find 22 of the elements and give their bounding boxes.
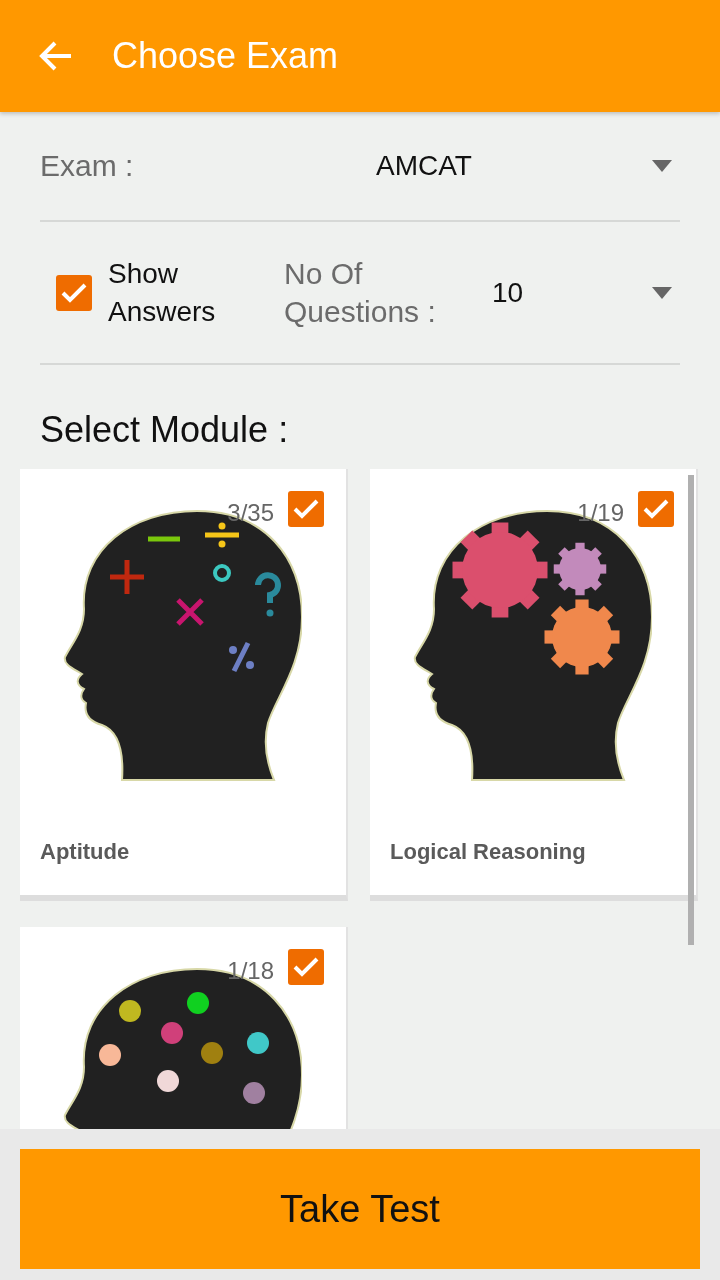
module-checkbox[interactable] — [638, 491, 674, 527]
questions-label: No Of Questions : — [284, 255, 437, 330]
section-title: Select Module : — [40, 408, 290, 452]
dropdown-caret-icon — [652, 160, 672, 172]
question-count: 3/35 — [227, 498, 274, 528]
module-name: Logical Reasoning — [390, 838, 586, 866]
module-checkbox[interactable] — [288, 491, 324, 527]
exam-dropdown[interactable]: AMCAT — [340, 131, 680, 201]
module-name: Aptitude — [40, 838, 130, 866]
questions-dropdown[interactable]: 10 — [484, 257, 680, 328]
module-card[interactable]: 3/35 Aptitude — [20, 469, 348, 901]
exam-label: Exam : — [40, 148, 135, 184]
module-card[interactable]: 1/19 Logical Reasoning — [370, 469, 698, 901]
show-answers-checkbox[interactable] — [56, 274, 92, 311]
module-card[interactable]: 1/18 — [20, 927, 348, 1129]
screen-title: Choose Exam — [112, 34, 339, 78]
take-test-button[interactable]: Take Test — [20, 1149, 700, 1269]
question-count: 1/19 — [577, 498, 624, 528]
dropdown-caret-icon — [652, 286, 672, 299]
show-answers-label: Show Answers — [108, 256, 217, 329]
module-checkbox[interactable] — [288, 949, 324, 985]
question-count: 1/18 — [227, 956, 274, 986]
